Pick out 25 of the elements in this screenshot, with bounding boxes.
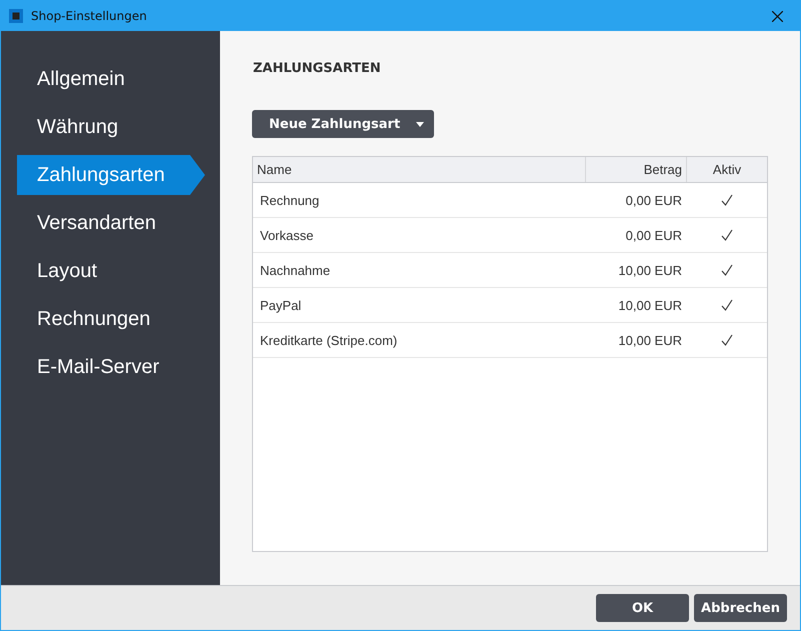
sidebar-item[interactable]: Zahlungsarten <box>17 155 205 195</box>
column-header[interactable]: Name <box>253 157 586 182</box>
sidebar-item[interactable]: Versandarten <box>17 203 205 243</box>
column-header[interactable]: Betrag <box>586 157 687 182</box>
sidebar-item[interactable]: E-Mail-Server <box>17 347 205 387</box>
table-cell-text: 10,00 EUR <box>617 262 683 278</box>
section-title: ZAHLUNGSARTEN <box>253 61 382 76</box>
table-cell-text: Kreditkarte (Stripe.com) <box>259 332 398 348</box>
table-cell-text: Vorkasse <box>259 228 314 242</box>
table-cell-text: Rechnung <box>259 192 320 208</box>
sidebar-item[interactable]: Währung <box>17 107 205 147</box>
table-cell-text: 0,00 EUR <box>624 192 683 208</box>
table-cell-text: Nachnahme <box>259 262 332 278</box>
sidebar-item[interactable]: Rechnungen <box>17 299 205 339</box>
dialog-button[interactable]: OK <box>596 594 689 622</box>
dialog-button[interactable]: Abbrechen <box>694 594 787 622</box>
new-payment-button[interactable]: Neue Zahlungsart <box>252 110 434 138</box>
table-cell-text: PayPal <box>259 298 302 312</box>
sidebar-item[interactable]: Layout <box>17 251 205 291</box>
table-cell-text: 10,00 EUR <box>617 298 683 312</box>
column-header[interactable]: Aktiv <box>687 157 767 182</box>
window-title: Shop-Einstellungen <box>31 9 148 23</box>
table-cell-text: 0,00 EUR <box>624 228 683 242</box>
sidebar-item[interactable]: Allgemein <box>17 59 205 99</box>
table-cell-text: 10,00 EUR <box>617 332 683 348</box>
